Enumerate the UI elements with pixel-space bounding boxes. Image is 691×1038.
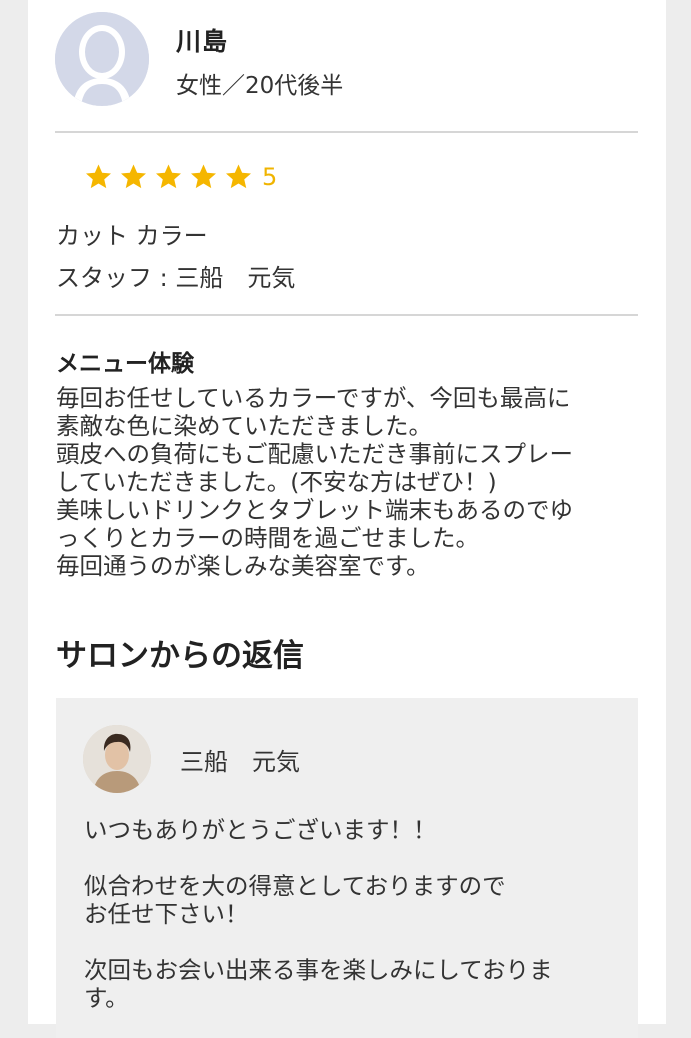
star-icon bbox=[226, 164, 251, 189]
review-text: 毎回お任せしているカラーですが、今回も最高に 素敵な色に染めていただきました。 … bbox=[56, 384, 573, 580]
reply-text: いつもありがとうございます！！ 似合わせを大の得意としておりますので お任せ下さ… bbox=[84, 816, 553, 1012]
salon-reply-heading: サロンからの返信 bbox=[56, 638, 304, 674]
star-rating: 5 bbox=[82, 162, 277, 192]
staff-avatar bbox=[83, 725, 151, 793]
reviewer-gender-age: 女性／20代後半 bbox=[176, 73, 344, 99]
reply-staff-name: 三船 元気 bbox=[180, 748, 300, 776]
menu-items: カット カラー bbox=[56, 222, 208, 250]
menu-experience-heading: メニュー体験 bbox=[56, 351, 194, 377]
reviewer-name: 川島 bbox=[176, 27, 229, 56]
staff-line: スタッフ : 三船 元気 bbox=[56, 264, 296, 292]
star-icon bbox=[121, 164, 146, 189]
rating-value: 5 bbox=[262, 163, 278, 191]
divider bbox=[55, 314, 638, 316]
divider bbox=[55, 131, 638, 133]
reviewer-avatar-icon bbox=[55, 12, 149, 106]
star-icon bbox=[191, 164, 216, 189]
star-icon bbox=[86, 164, 111, 189]
star-icon bbox=[156, 164, 181, 189]
